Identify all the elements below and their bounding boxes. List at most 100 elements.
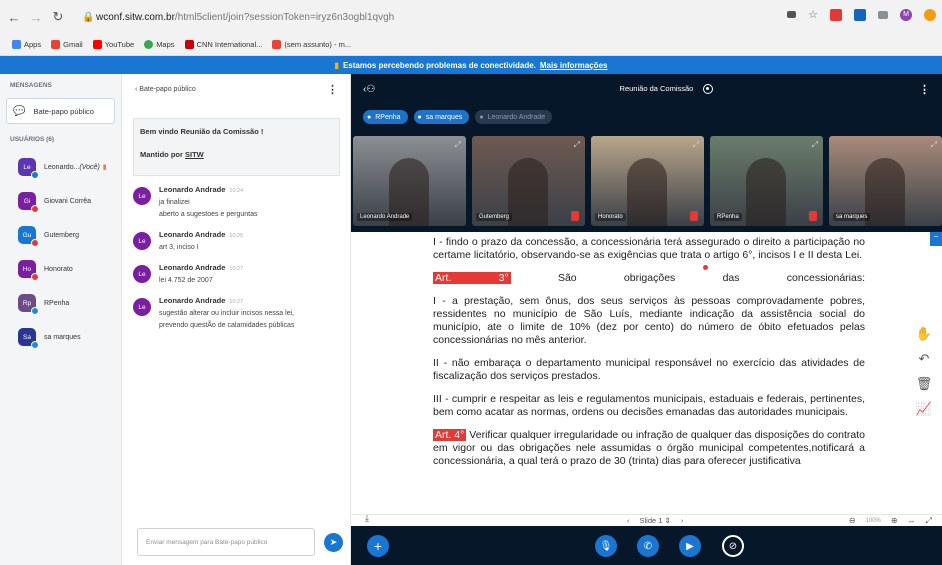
blue-extension-icon[interactable]: [854, 8, 866, 21]
user-list: Le Leonardo...(Você) ▮ Gi Giovani Corrêa Gu Gu…: [0, 150, 121, 354]
slide-selector[interactable]: Slide 1 ⇕: [640, 516, 671, 525]
avatar-initials: Rp: [22, 299, 32, 307]
expand-icon[interactable]: ⤢: [574, 140, 580, 150]
user-name-text: Giovani Corrêa: [44, 197, 92, 205]
back-icon[interactable]: ←: [6, 10, 22, 25]
bookmark-cnn[interactable]: CNN International...: [184, 39, 262, 49]
next-slide-icon[interactable]: ›: [681, 516, 684, 525]
star-icon[interactable]: ☆: [808, 8, 818, 21]
talker-name: Leonardo Andrade: [487, 113, 546, 121]
download-icon[interactable]: ⤓: [365, 513, 369, 524]
video-tile[interactable]: ⤢ sa marques: [829, 136, 942, 226]
kebab-menu-icon[interactable]: ⋮: [327, 83, 338, 96]
fullscreen-icon[interactable]: ⤢: [926, 516, 932, 526]
bookmark-youtube[interactable]: YouTube: [92, 39, 134, 49]
screen-share-button[interactable]: ⊘: [722, 535, 744, 557]
bookmark-apps[interactable]: Apps: [12, 39, 41, 49]
chart-icon[interactable]: 📈: [916, 401, 932, 417]
recording-icon[interactable]: [703, 84, 714, 94]
microphone-button[interactable]: 🎙: [595, 535, 617, 557]
zoom-level: 100%: [865, 517, 881, 524]
talker-badge[interactable]: ● Leonardo Andrade: [475, 110, 553, 124]
reload-icon[interactable]: ↻: [50, 9, 66, 25]
article-4-label: Art. 4°: [433, 429, 467, 441]
user-name: Giovani Corrêa: [44, 198, 91, 205]
video-tile[interactable]: ⤢ RPenha: [710, 136, 823, 226]
user-avatar: Sa: [18, 328, 39, 349]
welcome-room: Reunião da Comissão !: [180, 127, 264, 136]
trash-icon[interactable]: 🗑: [916, 376, 933, 392]
side-panel-toggle[interactable]: −: [930, 232, 942, 246]
zoom-out-icon[interactable]: ⊖: [849, 516, 856, 525]
user-item[interactable]: Sa sa marques: [0, 320, 121, 354]
status-icon: [31, 307, 39, 315]
zoom-in-icon[interactable]: ⊕: [891, 516, 898, 525]
prev-slide-icon[interactable]: ‹: [627, 516, 630, 525]
bookmark-maps[interactable]: Maps: [144, 39, 175, 49]
menu-extension-icon[interactable]: [878, 10, 888, 19]
orange-extension-icon[interactable]: [924, 8, 936, 21]
profile-avatar[interactable]: M: [900, 8, 912, 21]
bookmark-mail[interactable]: (sem assunto) - m...: [272, 39, 352, 49]
bookmark-gmail[interactable]: Gmail: [51, 39, 83, 49]
presentation-slide: I - findo o prazo da concessão, a conces…: [351, 232, 942, 514]
expand-icon[interactable]: ⤢: [455, 140, 461, 150]
expand-icon[interactable]: ⤢: [812, 140, 818, 150]
status-icon: [31, 273, 39, 281]
expand-icon[interactable]: ⤢: [693, 140, 699, 150]
camera-extension-icon[interactable]: [787, 11, 797, 18]
status-icon: [31, 205, 39, 213]
user-name: sa marques: [44, 334, 81, 341]
chat-message-input[interactable]: Enviar mensagem para Bate-papo público: [137, 528, 315, 556]
microphone-icon: ●: [479, 113, 484, 121]
talker-name: RPenha: [375, 113, 401, 121]
video-tile[interactable]: ⤢ Leonardo Andrade: [353, 136, 466, 226]
hand-tool-icon[interactable]: ✋: [916, 326, 932, 342]
signal-icon: ▮: [334, 60, 339, 70]
sender-name: Leonardo Andrade: [159, 230, 226, 239]
user-name: Leonardo...(Você) ▮: [44, 163, 107, 171]
phone-audio-button[interactable]: ✆: [637, 535, 659, 557]
undo-icon[interactable]: ↶: [916, 351, 932, 367]
public-chat-item[interactable]: 💬 Bate-papo público: [6, 98, 115, 124]
gmail-icon: [51, 39, 61, 49]
bookmark-label: Gmail: [63, 39, 83, 49]
video-tile[interactable]: ⤢ Gutemberg: [472, 136, 585, 226]
status-icon: [31, 239, 39, 247]
chat-back-button[interactable]: ‹ Bate-papo público: [135, 86, 196, 93]
slide-paragraph: III - cumprir e respeitar as leis e regu…: [433, 393, 865, 418]
video-label: sa marques: [833, 213, 871, 221]
status-icon: [31, 341, 39, 349]
red-extension-icon[interactable]: [830, 8, 842, 21]
kept-by-link[interactable]: SITW: [185, 150, 204, 159]
avatar-initials: Le: [138, 303, 146, 311]
camera-button[interactable]: ▶: [679, 535, 701, 557]
talker-badge[interactable]: ● RPenha: [363, 110, 408, 124]
expand-icon[interactable]: ⤢: [931, 140, 937, 150]
options-menu-icon[interactable]: ⋮: [919, 83, 930, 96]
video-tile[interactable]: ⤢ Honorato: [591, 136, 704, 226]
microphone-icon: ●: [367, 113, 372, 121]
fit-width-icon[interactable]: ↔: [908, 516, 916, 525]
talker-badge[interactable]: ● sa marques: [413, 110, 470, 124]
address-bar[interactable]: 🔒 wconf.sitw.com.br /html5client/join?se…: [82, 7, 782, 27]
user-item[interactable]: Gi Giovani Corrêa: [0, 184, 121, 218]
forward-icon[interactable]: →: [28, 10, 44, 25]
user-name: Honorato: [44, 266, 73, 273]
send-button[interactable]: ➤: [324, 533, 343, 552]
user-item[interactable]: Le Leonardo...(Você) ▮: [0, 150, 121, 184]
media-controls: + 🎙 ✆ ▶ ⊘: [351, 528, 942, 565]
presentation-toolbar: ⤓ ‹ Slide 1 ⇕ › ⊖ 100% ⊕ ↔ ⤢: [351, 513, 942, 526]
sender-avatar: Le: [133, 298, 151, 316]
user-item[interactable]: Ho Honorato: [0, 252, 121, 286]
zoom-controls: ⊖ 100% ⊕ ↔ ⤢: [849, 516, 932, 526]
bookmark-label: (sem assunto) - m...: [284, 39, 352, 49]
user-item[interactable]: Gu Gutemberg: [0, 218, 121, 252]
notice-text: Estamos percebendo problemas de conectiv…: [342, 60, 536, 70]
message-line: ja finalizei: [159, 199, 190, 206]
user-item[interactable]: Rp RPenha: [0, 286, 121, 320]
chat-message: Le Leonardo Andrade 10:24 ja finalizei abert…: [123, 184, 350, 221]
notice-link[interactable]: Mais informações: [540, 61, 608, 70]
actions-plus-button[interactable]: +: [367, 535, 389, 557]
microphone-icon: ●: [417, 113, 422, 121]
